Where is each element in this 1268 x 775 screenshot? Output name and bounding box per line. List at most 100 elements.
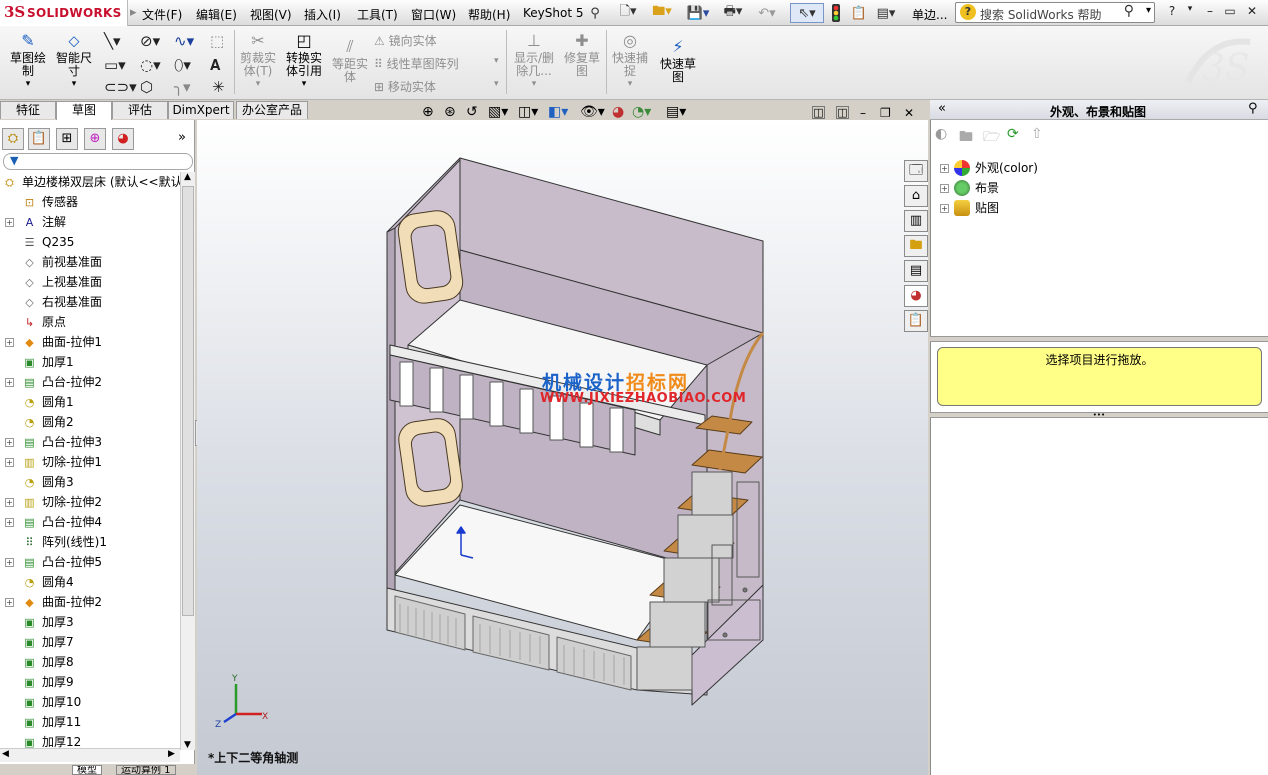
menu-view[interactable]: 视图(V)	[250, 6, 292, 23]
appearances-tab-icon[interactable]: ◕	[904, 285, 928, 307]
open-folder-icon[interactable]: 🗁	[983, 126, 1000, 150]
zoom-to-fit-icon[interactable]: ⊕	[422, 104, 434, 120]
expand-icon[interactable]: +	[5, 598, 14, 607]
tree-item[interactable]: ⠿ 阵列(线性)1	[0, 532, 180, 552]
tree-item[interactable]: ▣ 加厚11	[0, 712, 180, 732]
search-icon[interactable]: ⚲	[1124, 3, 1134, 19]
quick-snaps-button[interactable]: ◎ 快速捕 捉 ▾	[608, 32, 652, 91]
search-dropdown-icon[interactable]: ▾	[1146, 5, 1151, 16]
scroll-left-icon[interactable]: ◀	[2, 749, 9, 759]
new-document-icon[interactable]: 🗋▾	[612, 3, 644, 23]
tree-item[interactable]: ☰ Q235	[0, 232, 180, 252]
viewport-close-icon[interactable]: ✕	[904, 106, 914, 120]
text-icon[interactable]: 𝐀	[210, 56, 220, 74]
help-icon[interactable]: ?	[1163, 4, 1181, 20]
search-help-input[interactable]: ? 搜索 SolidWorks 帮助 ⚲ ▾	[955, 2, 1155, 23]
offset-entities-button[interactable]: ⫽ 等距实 体	[328, 38, 372, 84]
tree-item[interactable]: ▣ 加厚12	[0, 732, 180, 748]
traffic-light-icon[interactable]	[828, 3, 844, 23]
expand-icon[interactable]: +	[940, 204, 949, 213]
point-icon[interactable]: ✳	[212, 78, 225, 96]
expand-icon[interactable]: +	[5, 438, 14, 447]
file-properties-icon[interactable]: 📋	[848, 3, 870, 23]
zoom-to-area-icon[interactable]: ⊛	[444, 104, 456, 120]
select-icon[interactable]: ⇖▾	[790, 3, 824, 23]
save-icon[interactable]: 💾▾	[682, 3, 714, 23]
view-orientation-icon[interactable]: ◫▾	[518, 104, 538, 120]
tree-item[interactable]: ▣ 加厚10	[0, 692, 180, 712]
linear-pattern-item[interactable]: ⠿ 线性草图阵列	[374, 55, 459, 72]
repair-sketch-button[interactable]: ✚ 修复草 图	[560, 32, 604, 78]
tree-item[interactable]: + ▤ 凸台-拉伸3	[0, 432, 180, 452]
tree-item[interactable]: ◔ 圆角1	[0, 392, 180, 412]
display-style-icon[interactable]: ◧▾	[548, 104, 568, 120]
menu-keyshot[interactable]: KeyShot 5	[523, 6, 583, 20]
viewport-minimize-icon[interactable]: –	[860, 106, 866, 120]
menu-tools[interactable]: 工具(T)	[357, 6, 398, 23]
pane-splitter[interactable]: •••	[930, 412, 1268, 419]
linear-pattern-dropdown-icon[interactable]: ▾	[494, 56, 499, 66]
apply-scene-icon[interactable]: ◔▾	[632, 104, 651, 120]
expand-icon[interactable]: +	[5, 338, 14, 347]
back-icon[interactable]: ◐	[935, 126, 947, 142]
solidworks-resources-icon[interactable]: 🗔	[904, 160, 928, 182]
tree-item[interactable]: ↳ 原点	[0, 312, 180, 332]
view-settings-icon[interactable]: ▤▾	[666, 104, 686, 120]
expand-icon[interactable]: +	[5, 218, 14, 227]
tree-item[interactable]: + ▤ 凸台-拉伸5	[0, 552, 180, 572]
tree-item[interactable]: ◇ 前视基准面	[0, 252, 180, 272]
tab-model[interactable]: 模型	[72, 765, 102, 775]
minimize-icon[interactable]: –	[1201, 4, 1219, 20]
home-icon[interactable]: ⌂	[904, 185, 928, 207]
tree-item[interactable]: ◔ 圆角3	[0, 472, 180, 492]
tree-item[interactable]: + ▥ 切除-拉伸1	[0, 452, 180, 472]
open-icon[interactable]: 🖿▾	[646, 3, 678, 23]
split-left-icon[interactable]: ◫	[812, 106, 825, 119]
tree-item[interactable]: ▣ 加厚7	[0, 632, 180, 652]
tree-vertical-scrollbar[interactable]: ▲ ▼	[180, 172, 195, 750]
tree-item[interactable]: ◇ 右视基准面	[0, 292, 180, 312]
menu-insert[interactable]: 插入(I)	[304, 6, 341, 23]
tree-item[interactable]: ▣ 加厚3	[0, 612, 180, 632]
file-explorer-icon[interactable]: 🖿	[904, 235, 928, 257]
tree-horizontal-scrollbar[interactable]: ◀ ▶	[0, 748, 180, 762]
move-dropdown-icon[interactable]: ▾	[494, 79, 499, 89]
scroll-down-icon[interactable]: ▼	[184, 740, 191, 750]
tree-item[interactable]: ▣ 加厚9	[0, 672, 180, 692]
expand-icon[interactable]: +	[5, 518, 14, 527]
viewport-restore-icon[interactable]: ❐	[880, 106, 891, 120]
section-view-icon[interactable]: ▧▾	[488, 104, 508, 120]
print-icon[interactable]: 🖶▾	[718, 3, 748, 23]
expand-icon[interactable]: +	[5, 558, 14, 567]
refresh-icon[interactable]: ⟳	[1007, 126, 1019, 142]
tree-item[interactable]: + ◆ 曲面-拉伸1	[0, 332, 180, 352]
pin-icon[interactable]: ⚲	[585, 3, 605, 23]
tree-item[interactable]: ◔ 圆角2	[0, 412, 180, 432]
menu-help[interactable]: 帮助(H)	[468, 6, 510, 23]
collapse-pane-icon[interactable]: «	[938, 101, 946, 116]
menu-window[interactable]: 窗口(W)	[411, 6, 456, 23]
view-palette-icon[interactable]: ▤	[904, 260, 928, 282]
rapid-sketch-button[interactable]: ⚡ 快速草 图	[656, 38, 700, 84]
tab-motion-study[interactable]: 运动算例 1	[116, 765, 176, 775]
scroll-up-icon[interactable]: ▲	[184, 172, 191, 182]
hide-show-items-icon[interactable]: 👁▾	[580, 104, 605, 120]
expand-icon[interactable]: +	[5, 498, 14, 507]
tree-item[interactable]: + A 注解	[0, 212, 180, 232]
scroll-right-icon[interactable]: ▶	[168, 749, 175, 759]
tree-item[interactable]: ◇ 上视基准面	[0, 272, 180, 292]
design-library-icon[interactable]: ▥	[904, 210, 928, 232]
expand-icon[interactable]: +	[5, 458, 14, 467]
convert-entities-button[interactable]: ◰ 转换实 体引用 ▾	[282, 32, 326, 91]
tree-item[interactable]: + ▥ 切除-拉伸2	[0, 492, 180, 512]
previous-view-icon[interactable]: ↺	[466, 104, 478, 120]
restore-icon[interactable]: ▭	[1221, 4, 1239, 20]
tree-item[interactable]: + ▤ 凸台-拉伸2	[0, 372, 180, 392]
edit-appearance-icon[interactable]: ◕	[612, 104, 624, 120]
tree-item[interactable]: + ◆ 曲面-拉伸2	[0, 592, 180, 612]
up-folder-icon[interactable]: ⇧	[1031, 126, 1043, 142]
close-icon[interactable]: ✕	[1243, 4, 1261, 20]
display-delete-relations-button[interactable]: ⊥ 显示/删 除几... ▾	[510, 32, 558, 91]
mirror-entities-item[interactable]: ⚠ 镜向实体	[374, 32, 437, 49]
trim-entities-button[interactable]: ✂ 剪裁实 体(T) ▾	[236, 32, 280, 91]
